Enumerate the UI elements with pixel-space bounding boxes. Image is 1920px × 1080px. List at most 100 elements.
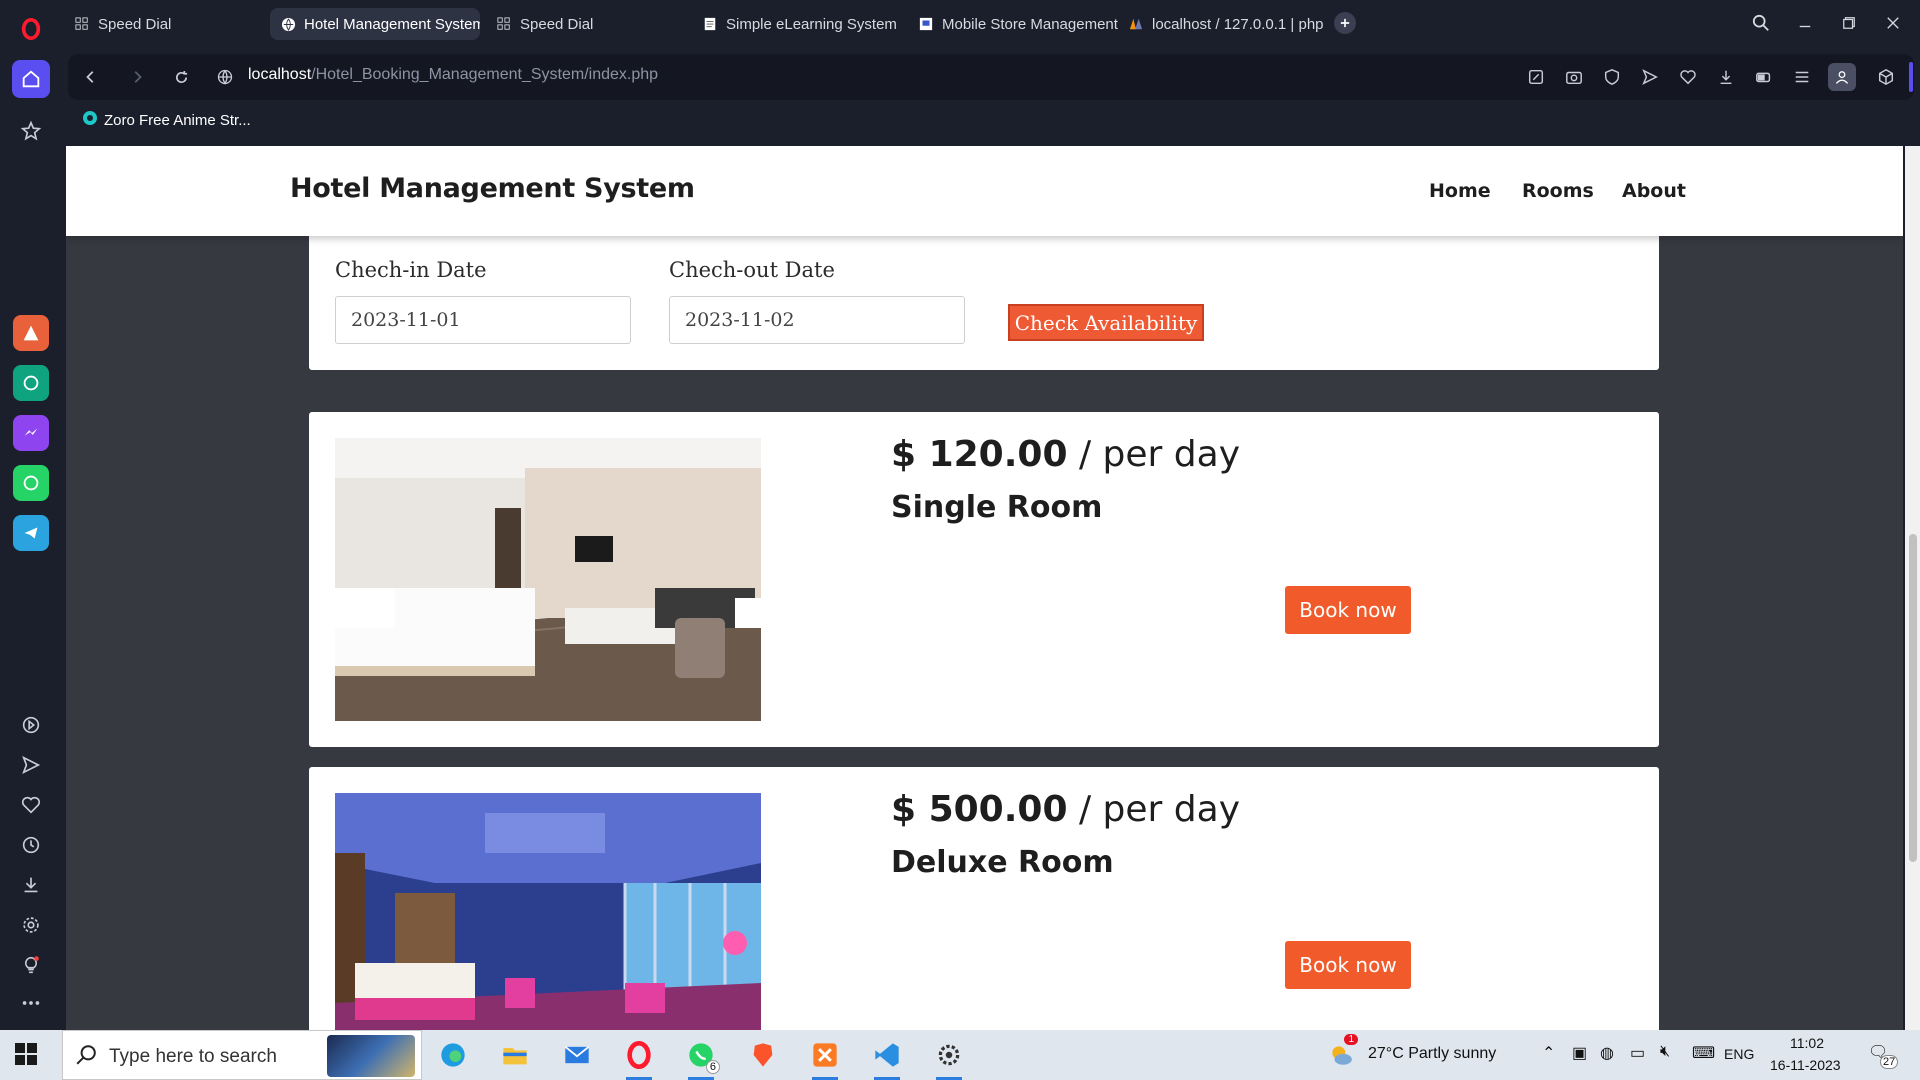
- meet-now-icon[interactable]: ▣: [1572, 1043, 1587, 1063]
- globe-icon: [280, 16, 296, 32]
- edge-icon[interactable]: [432, 1036, 474, 1074]
- brave-icon[interactable]: [742, 1036, 784, 1074]
- clock-time[interactable]: 11:02: [1790, 1035, 1824, 1051]
- room-card: $ 500.00 / per day Deluxe Room Book now: [309, 767, 1659, 1030]
- restore-icon[interactable]: [1836, 10, 1862, 36]
- weather-text[interactable]: 27°C Partly sunny: [1368, 1045, 1496, 1063]
- nav-about[interactable]: About: [1622, 180, 1686, 202]
- book-now-button[interactable]: Book now: [1285, 941, 1411, 989]
- extensions-cube-icon[interactable]: [1874, 65, 1898, 89]
- tab-label: Simple eLearning System: [726, 15, 897, 33]
- tray-chevron-icon[interactable]: ⌃: [1542, 1043, 1555, 1063]
- room-price: $ 500.00 / per day: [891, 789, 1240, 830]
- room-name: Deluxe Room: [891, 845, 1114, 880]
- tab-label: Hotel Management System: [304, 15, 480, 33]
- volume-muted-icon[interactable]: 🔇︎: [1660, 1043, 1670, 1061]
- search-icon: [75, 1044, 97, 1071]
- easy-setup-icon[interactable]: [1790, 65, 1814, 89]
- settings-icon[interactable]: [12, 906, 50, 944]
- deluxe-room-photo: [335, 793, 761, 1030]
- tab-speed-dial[interactable]: Speed Dial: [64, 8, 264, 40]
- browser-sidebar: [0, 0, 62, 1030]
- file-explorer-icon[interactable]: [494, 1036, 536, 1074]
- tab-hotel-management[interactable]: Hotel Management System: [270, 8, 480, 40]
- checkout-date-input[interactable]: 2023-11-02: [669, 296, 965, 344]
- tab-speed-dial-2[interactable]: Speed Dial: [486, 8, 686, 40]
- checkout-label: Chech-out Date: [669, 258, 835, 282]
- aria-icon[interactable]: [12, 314, 50, 352]
- clock-date[interactable]: 16-11-2023: [1770, 1057, 1841, 1073]
- phpmyadmin-icon: [1128, 16, 1144, 32]
- chatgpt-icon[interactable]: [12, 364, 50, 402]
- battery-saver-icon[interactable]: [1752, 65, 1776, 89]
- site-info-globe-icon[interactable]: [212, 64, 238, 90]
- weather-icon[interactable]: 1: [1326, 1034, 1358, 1074]
- input-indicator-icon[interactable]: ⌨: [1692, 1043, 1715, 1063]
- star-icon[interactable]: [12, 112, 50, 150]
- send-icon[interactable]: [1638, 65, 1662, 89]
- back-icon[interactable]: [78, 64, 104, 90]
- more-icon[interactable]: [12, 984, 50, 1022]
- book-now-button[interactable]: Book now: [1285, 586, 1411, 634]
- new-tab-icon[interactable]: [1334, 12, 1356, 34]
- forward-icon[interactable]: [124, 64, 150, 90]
- nav-rooms[interactable]: Rooms: [1522, 180, 1594, 202]
- settings-gear-icon[interactable]: [928, 1036, 970, 1080]
- heart-icon[interactable]: [1676, 65, 1700, 89]
- site-brand[interactable]: Hotel Management System: [290, 173, 695, 204]
- snapshot-edit-icon[interactable]: [1524, 65, 1548, 89]
- tab-bar: Speed Dial Hotel Management System Speed…: [62, 0, 1920, 46]
- network-globe-icon[interactable]: ◍: [1600, 1043, 1614, 1063]
- bookmark-item[interactable]: Zoro Free Anime Str...: [82, 110, 251, 130]
- tips-bulb-icon[interactable]: [12, 946, 50, 984]
- tab-label: Speed Dial: [98, 15, 172, 33]
- messenger-icon[interactable]: [12, 414, 50, 452]
- opera-logo-icon[interactable]: [12, 10, 50, 48]
- grid-icon: [496, 16, 512, 32]
- availability-form: Chech-in Date 2023-11-01 Chech-out Date …: [309, 226, 1659, 370]
- nav-home[interactable]: Home: [1429, 180, 1491, 202]
- url-field[interactable]: localhost/Hotel_Booking_Management_Syste…: [248, 66, 658, 84]
- taskbar-search[interactable]: Type here to search: [62, 1030, 422, 1080]
- camera-icon[interactable]: [1562, 65, 1586, 89]
- page-scrollbar[interactable]: [1905, 146, 1920, 1030]
- telegram-icon[interactable]: [12, 514, 50, 552]
- site-header: Hotel Management System Home Rooms About: [66, 146, 1903, 236]
- whatsapp-taskbar-icon[interactable]: 6: [680, 1036, 722, 1080]
- windows-start-icon[interactable]: [14, 1042, 38, 1066]
- downloads-icon[interactable]: [12, 866, 50, 904]
- heart-icon[interactable]: [12, 786, 50, 824]
- tab-label: Mobile Store Management: [942, 15, 1118, 33]
- weather-badge: 1: [1344, 1034, 1358, 1045]
- reload-icon[interactable]: [168, 64, 194, 90]
- home-icon[interactable]: [12, 60, 50, 98]
- tab-mobile-store[interactable]: Mobile Store Management: [908, 8, 1118, 40]
- scrollbar-thumb[interactable]: [1909, 534, 1917, 862]
- send-icon[interactable]: [12, 746, 50, 784]
- download-icon[interactable]: [1714, 65, 1738, 89]
- vscode-icon[interactable]: [866, 1036, 908, 1080]
- player-icon[interactable]: [12, 706, 50, 744]
- whatsapp-badge: 6: [705, 1060, 720, 1074]
- opera-taskbar-icon[interactable]: [618, 1036, 660, 1080]
- search-highlight-image: [327, 1035, 415, 1077]
- check-availability-button[interactable]: Check Availability: [1008, 304, 1204, 341]
- history-icon[interactable]: [12, 826, 50, 864]
- close-icon[interactable]: [1880, 10, 1906, 36]
- tab-label: localhost / 127.0.0.1 | php: [1152, 15, 1324, 33]
- notification-count: 27: [1880, 1055, 1899, 1069]
- tab-elearning[interactable]: Simple eLearning System: [692, 8, 902, 40]
- mail-icon[interactable]: [556, 1036, 598, 1074]
- bookmarks-bar: Zoro Free Anime Str...: [62, 104, 1920, 138]
- minimize-icon[interactable]: [1792, 10, 1818, 36]
- language-indicator[interactable]: ENG: [1724, 1046, 1754, 1062]
- price-unit: / per day: [1067, 789, 1240, 830]
- price-amount: $ 120.00: [891, 434, 1068, 475]
- shield-icon[interactable]: [1600, 65, 1624, 89]
- profile-icon[interactable]: [1828, 63, 1856, 91]
- search-tabs-icon[interactable]: [1748, 10, 1774, 36]
- whatsapp-icon[interactable]: [12, 464, 50, 502]
- battery-icon[interactable]: ▭: [1630, 1043, 1645, 1063]
- xampp-icon[interactable]: [804, 1036, 846, 1080]
- checkin-date-input[interactable]: 2023-11-01: [335, 296, 631, 344]
